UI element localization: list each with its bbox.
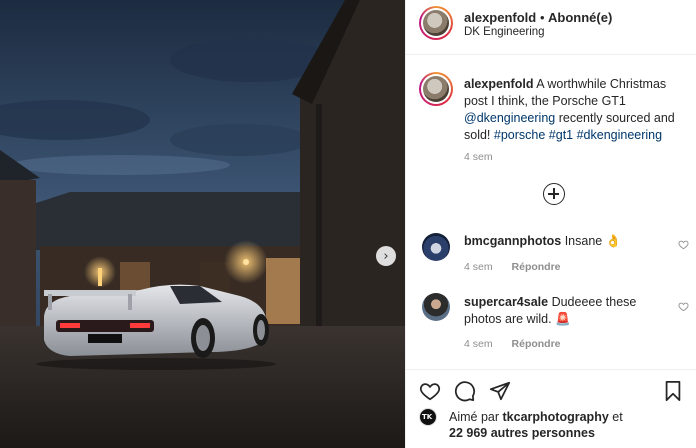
post-location[interactable]: DK Engineering — [464, 26, 545, 38]
plus-circle-icon[interactable] — [543, 183, 565, 205]
post-header: alexpenfold • Abonné(e) DK Engineering — [406, 0, 696, 55]
paper-plane-icon[interactable] — [489, 380, 511, 402]
comment-body: supercar4sale Dudeeee these photos are w… — [464, 294, 664, 328]
chevron-right-icon: › — [383, 248, 389, 264]
follow-status-button[interactable]: Abonné(e) — [548, 10, 612, 25]
heart-icon[interactable] — [419, 380, 441, 402]
reply-button[interactable]: Répondre — [512, 338, 561, 350]
commenter-username[interactable]: bmcgannphotos — [464, 234, 561, 248]
author-avatar[interactable] — [419, 6, 453, 40]
instagram-post: › alexpenfold • Abonné(e) DK Engineering… — [0, 0, 696, 448]
comment-text: Insane 👌 — [564, 234, 622, 248]
caption-username[interactable]: alexpenfold — [464, 77, 533, 91]
comment-meta: 4 sem Répondre — [464, 338, 561, 350]
post-caption: alexpenfold A worthwhile Christmas post … — [464, 76, 686, 144]
likes-prefix: Aimé par — [449, 410, 500, 424]
heart-icon[interactable] — [678, 239, 689, 250]
caption-author-avatar[interactable] — [419, 72, 453, 106]
liker-username[interactable]: tkcarphotography — [503, 410, 609, 424]
commenter-avatar[interactable] — [422, 233, 450, 261]
next-photo-button[interactable]: › — [376, 246, 396, 266]
heart-icon[interactable] — [678, 301, 689, 312]
commenter-avatar[interactable] — [422, 293, 450, 321]
bookmark-icon[interactable] — [662, 380, 684, 402]
likes-summary: Aimé par tkcarphotography et 22 969 autr… — [449, 409, 669, 441]
comment-timestamp[interactable]: 4 sem — [464, 261, 493, 273]
comment-timestamp[interactable]: 4 sem — [464, 338, 493, 350]
post-side-panel: alexpenfold • Abonné(e) DK Engineering a… — [405, 0, 696, 448]
comment-meta: 4 sem Répondre — [464, 261, 561, 273]
comment-bubble-icon[interactable] — [454, 380, 476, 402]
likes-others[interactable]: 22 969 autres personnes — [449, 426, 595, 440]
likes-connector: et — [612, 410, 623, 424]
author-username[interactable]: alexpenfold — [464, 10, 536, 25]
reply-button[interactable]: Répondre — [512, 261, 561, 273]
liker-avatar[interactable] — [419, 408, 437, 426]
comment-body: bmcgannphotos Insane 👌 — [464, 233, 664, 250]
post-photo[interactable]: › — [0, 0, 405, 448]
caption-hashtags[interactable]: #porsche #gt1 #dkengineering — [494, 128, 662, 142]
porsche-gt1-photo — [0, 0, 405, 448]
caption-mention[interactable]: @dkengineering — [464, 111, 555, 125]
caption-timestamp[interactable]: 4 sem — [464, 151, 493, 163]
separator-dot: • — [540, 10, 545, 25]
commenter-username[interactable]: supercar4sale — [464, 295, 548, 309]
